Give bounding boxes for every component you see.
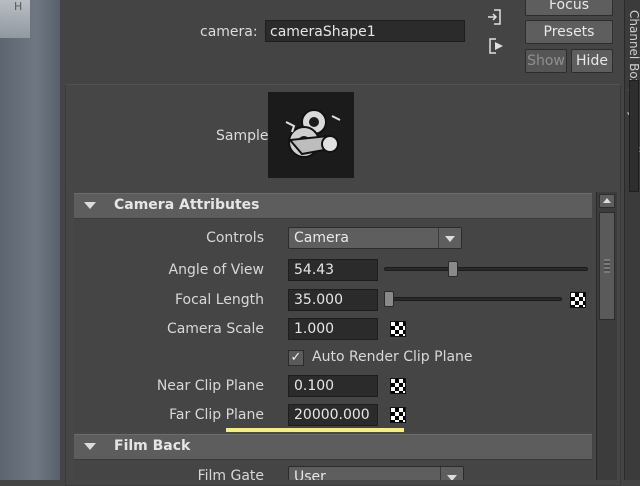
- camera-name-field[interactable]: cameraShape1: [265, 20, 465, 42]
- highlight-underline: [226, 428, 404, 432]
- focus-button[interactable]: Focus: [525, 0, 613, 16]
- film-gate-label: Film Gate: [197, 468, 264, 480]
- scrollbar-thumb[interactable]: [599, 212, 615, 320]
- camera-attributes-title: Camera Attributes: [114, 197, 260, 213]
- film-gate-value: User: [294, 469, 326, 480]
- controls-label: Controls: [206, 230, 264, 246]
- scroll-up-button[interactable]: [599, 194, 615, 208]
- film-back-title: Film Back: [114, 438, 191, 454]
- camera-sample-icon: [268, 92, 354, 178]
- grip-icon: [604, 259, 610, 273]
- camera-scale-map-button[interactable]: [390, 321, 406, 337]
- camera-label: camera:: [200, 24, 258, 40]
- collapse-triangle-icon: [84, 443, 96, 450]
- camera-attributes-header[interactable]: Camera Attributes: [74, 193, 592, 219]
- film-gate-dropdown[interactable]: User: [288, 466, 464, 480]
- presets-button[interactable]: Presets: [525, 20, 613, 44]
- attribute-editor: camera: cameraShape1 Focus Presets Show …: [60, 0, 624, 486]
- attributes-scrollbar[interactable]: [596, 192, 617, 480]
- film-back-header[interactable]: Film Back: [74, 434, 592, 460]
- dropdown-arrow-button: [440, 467, 463, 480]
- channel-box-side-tab[interactable]: Channel Box / Layer Editor: [624, 0, 640, 480]
- load-node-icon[interactable]: [485, 8, 503, 26]
- near-clip-plane-map-button[interactable]: [390, 378, 406, 394]
- angle-of-view-field[interactable]: 54.43: [288, 259, 378, 281]
- hide-button[interactable]: Hide: [571, 49, 613, 73]
- far-clip-plane-map-button[interactable]: [390, 407, 406, 423]
- output-node-icon[interactable]: [488, 37, 506, 55]
- view-cube-label: H: [14, 0, 23, 13]
- near-clip-plane-field[interactable]: 0.100: [288, 375, 378, 397]
- show-button[interactable]: Show: [525, 49, 567, 73]
- collapse-triangle-icon: [84, 202, 96, 209]
- focal-length-field[interactable]: 35.000: [288, 289, 378, 311]
- dropdown-arrow-button: [438, 228, 461, 248]
- chevron-down-icon: [447, 475, 457, 480]
- film-back-content: Film Gate User: [74, 460, 592, 480]
- sample-label: Sample: [216, 128, 269, 144]
- auto-render-clip-plane-checkbox[interactable]: ✓: [288, 350, 304, 366]
- angle-of-view-label: Angle of View: [168, 262, 264, 278]
- focal-length-label: Focal Length: [174, 292, 264, 308]
- far-clip-plane-field[interactable]: 20000.000: [288, 404, 378, 426]
- chevron-down-icon: [445, 236, 455, 242]
- near-clip-plane-label: Near Clip Plane: [156, 378, 264, 394]
- view-cube-icon[interactable]: H: [0, 0, 30, 38]
- controls-dropdown[interactable]: Camera: [288, 227, 462, 249]
- camera-attributes-content: Controls Camera Angle of View 54.43 Foca…: [74, 220, 592, 432]
- focal-length-slider[interactable]: [384, 297, 562, 301]
- auto-render-clip-plane-label: Auto Render Clip Plane: [312, 349, 473, 365]
- angle-of-view-slider-handle[interactable]: [448, 261, 459, 277]
- controls-value: Camera: [294, 230, 349, 246]
- camera-scale-field[interactable]: 1.000: [288, 318, 378, 340]
- angle-of-view-slider[interactable]: [384, 267, 588, 271]
- far-clip-plane-label: Far Clip Plane: [169, 407, 264, 423]
- viewport-background: H: [0, 0, 60, 480]
- focal-length-slider-handle[interactable]: [384, 291, 394, 307]
- side-tab-grip: [629, 80, 639, 192]
- focal-length-map-button[interactable]: [570, 292, 586, 308]
- camera-scale-label: Camera Scale: [166, 321, 264, 337]
